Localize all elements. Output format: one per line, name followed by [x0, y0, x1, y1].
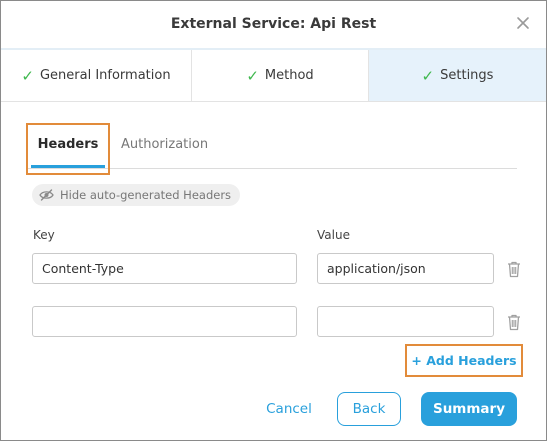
add-headers-button[interactable]: + Add Headers [405, 344, 523, 377]
hide-auto-generated-headers-toggle[interactable]: Hide auto-generated Headers [32, 184, 241, 206]
header-value-input[interactable] [317, 253, 494, 284]
key-column-label: Key [33, 228, 55, 242]
wizard-steps: ✓ General Information ✓ Method ✓ Setting… [1, 48, 546, 102]
tab-authorization[interactable]: Authorization [121, 124, 208, 164]
header-value-input[interactable] [317, 306, 494, 337]
back-button[interactable]: Back [337, 392, 401, 426]
step-settings[interactable]: ✓ Settings [368, 50, 546, 101]
trash-icon[interactable] [506, 313, 522, 331]
external-service-dialog: External Service: Api Rest ✓ General Inf… [0, 0, 547, 441]
settings-tabs: Headers Authorization [27, 124, 517, 169]
tab-label: Authorization [121, 136, 209, 152]
step-label: Settings [440, 68, 494, 83]
header-key-input[interactable] [32, 253, 297, 284]
tab-active-indicator [31, 165, 105, 168]
tab-headers[interactable]: Headers [27, 124, 109, 168]
toggle-label: Hide auto-generated Headers [60, 188, 232, 202]
check-icon: ✓ [246, 66, 259, 85]
check-icon: ✓ [421, 66, 435, 85]
tab-label: Headers [37, 136, 99, 152]
step-method[interactable]: ✓ Method [191, 50, 368, 101]
step-label: General Information [39, 68, 171, 83]
value-column-label: Value [317, 228, 350, 242]
cancel-button[interactable]: Cancel [257, 392, 321, 426]
trash-icon[interactable] [506, 260, 522, 278]
step-general-information[interactable]: ✓ General Information [1, 50, 191, 101]
eye-slash-icon [39, 189, 54, 201]
dialog-title: External Service: Api Rest [170, 16, 377, 32]
header-key-input[interactable] [32, 306, 297, 337]
close-icon[interactable] [514, 14, 532, 32]
summary-button[interactable]: Summary [421, 392, 517, 426]
step-label: Method [264, 68, 314, 83]
check-icon: ✓ [21, 66, 34, 85]
